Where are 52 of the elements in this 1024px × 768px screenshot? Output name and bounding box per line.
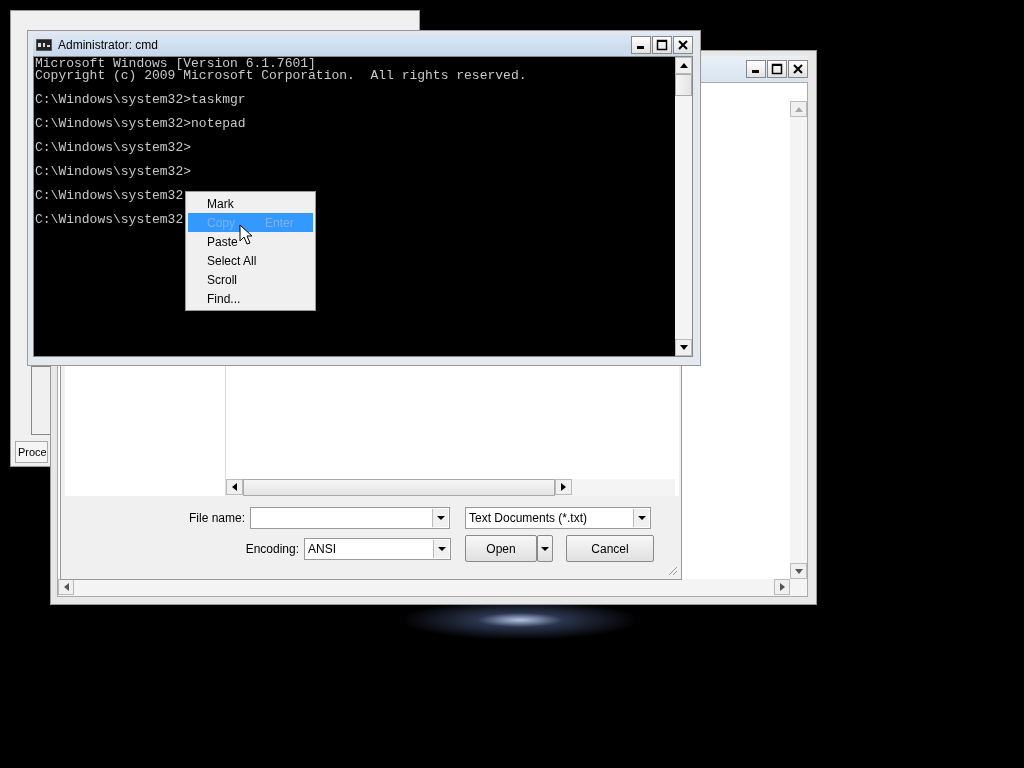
console-line: C:\Windows\system32> [35, 142, 192, 154]
menu-item[interactable]: Paste [188, 232, 313, 251]
dropdown-icon[interactable] [433, 539, 449, 558]
scroll-down-icon[interactable] [675, 339, 692, 356]
maximize-button[interactable] [767, 60, 787, 78]
scroll-down-icon[interactable] [790, 563, 807, 579]
menu-item[interactable]: Scroll [188, 270, 313, 289]
field-label: File name: [187, 511, 246, 525]
dropdown-button[interactable] [537, 535, 553, 562]
close-button[interactable] [673, 36, 693, 54]
open-button[interactable]: Open [465, 535, 537, 562]
close-icon [792, 63, 804, 75]
encoding-dropdown[interactable]: ANSI [304, 537, 451, 560]
caret-icon [541, 546, 549, 551]
console-line: C:\Windows\system32>taskmgr [35, 94, 246, 106]
status-text: Proce [15, 441, 48, 463]
dropdown-icon[interactable] [432, 509, 448, 527]
scroll-up-icon[interactable] [675, 57, 692, 74]
scrollbar[interactable] [58, 579, 807, 596]
cursor-icon [239, 224, 253, 246]
maximize-button[interactable] [652, 36, 672, 54]
console-icon [36, 39, 52, 51]
file-type-dropdown[interactable]: Text Documents (*.txt) [465, 507, 651, 529]
console-line: C:\Windows\system32 [35, 190, 184, 202]
dropdown-icon[interactable] [633, 509, 649, 527]
menu-item[interactable]: Mark [188, 194, 313, 213]
scrollbar[interactable] [790, 101, 807, 579]
minimize-button[interactable] [746, 60, 766, 78]
maximize-icon [656, 39, 668, 51]
scroll-thumb[interactable] [243, 479, 555, 496]
close-button[interactable] [788, 60, 808, 78]
console-line: Copyright (c) 2009 Microsoft Corporation. All rights reserved. [35, 70, 527, 82]
scroll-right-icon[interactable] [774, 579, 790, 595]
console-line: C:\Windows\system32 [35, 214, 184, 226]
field-label: Encoding: [244, 541, 300, 556]
scroll-thumb[interactable] [675, 74, 692, 96]
menu-item[interactable]: Find... [188, 289, 313, 308]
scroll-right-icon[interactable] [555, 479, 572, 495]
console-line: C:\Windows\system32> [35, 166, 192, 178]
maximize-icon [771, 63, 783, 75]
minimize-button[interactable] [631, 36, 651, 54]
close-icon [677, 39, 689, 51]
window-title: Administrator: cmd [58, 38, 159, 52]
resize-grip-icon[interactable] [668, 566, 678, 576]
scrollbar[interactable] [226, 479, 675, 496]
menu-item[interactable]: Select All [188, 251, 313, 270]
console-line: Microsoft Windows [Version 6.1.7601] [35, 58, 316, 70]
console-line: C:\Windows\system32>notepad [35, 118, 246, 130]
scroll-left-icon[interactable] [226, 479, 243, 495]
file-name-field[interactable] [250, 507, 450, 529]
cancel-button[interactable]: Cancel [566, 535, 654, 562]
scrollbar[interactable] [675, 57, 692, 356]
